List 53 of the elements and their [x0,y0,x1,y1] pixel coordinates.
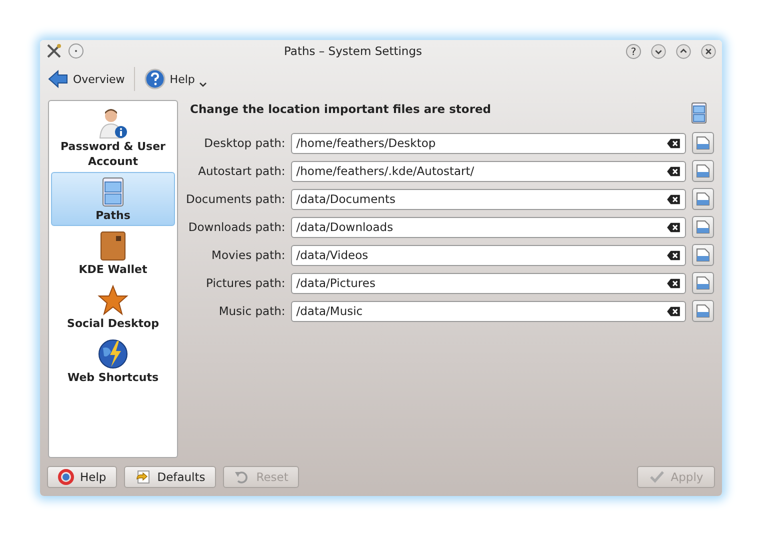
browse-button[interactable] [692,244,714,266]
sidebar-item[interactable]: KDE Wallet [51,226,175,280]
help-button[interactable]: ? [626,44,641,58]
path-field[interactable]: /home/feathers/.kde/Autostart/ [291,160,686,182]
browse-button[interactable] [692,272,714,294]
path-field[interactable]: /data/Documents [291,188,686,210]
clear-icon[interactable] [666,138,681,148]
checkmark-icon [648,469,665,485]
path-field[interactable]: /home/feathers/Desktop [291,132,686,154]
sidebar-item[interactable]: Paths [51,172,175,226]
window-title: Paths – System Settings [282,44,424,58]
tools-icon[interactable] [46,43,62,59]
help-menu-button[interactable]: Help [140,66,210,92]
clear-icon[interactable] [666,166,681,176]
browse-button[interactable] [692,216,714,238]
path-field[interactable]: /data/Videos [291,244,686,266]
sidebar-item[interactable]: Password & User Account [51,103,175,172]
path-label: Movies path: [210,248,286,262]
help-icon [144,68,166,90]
browse-button[interactable] [692,300,714,322]
path-field[interactable]: /data/Music [291,300,686,322]
browse-button[interactable] [692,160,714,182]
help-button[interactable]: Help [47,466,118,488]
clear-icon[interactable] [666,194,681,204]
path-label: Desktop path: [203,136,286,150]
path-label: Pictures path: [205,276,286,290]
overview-button[interactable]: Overview [44,66,128,92]
back-arrow-icon [47,68,69,90]
star-icon [97,284,129,316]
path-field[interactable]: /data/Pictures [291,272,686,294]
path-label: Documents path: [186,192,286,206]
clear-icon[interactable] [666,250,681,260]
user-icon [97,107,129,139]
close-icon[interactable] [701,44,716,58]
path-label: Downloads path: [187,220,286,234]
clear-icon[interactable] [666,278,681,288]
caret-icon [198,82,207,88]
sidebar-item[interactable]: Social Desktop [51,280,175,334]
sidebar-item[interactable]: Web Shortcuts [51,334,175,388]
path-label: Autostart path: [197,164,286,178]
minimize-icon[interactable] [651,44,666,58]
lifebuoy-icon [58,469,74,485]
reset-icon [234,469,250,485]
path-field[interactable]: /data/Downloads [291,216,686,238]
clear-icon[interactable] [666,306,681,316]
page-heading: Change the location important files are stored [190,102,492,116]
path-label: Music path: [218,304,286,318]
globe-icon [97,338,129,370]
maximize-icon[interactable] [676,44,691,58]
browse-button[interactable] [692,132,714,154]
clear-icon[interactable] [666,222,681,232]
browse-button[interactable] [692,188,714,210]
defaults-button[interactable]: Defaults [124,466,216,488]
